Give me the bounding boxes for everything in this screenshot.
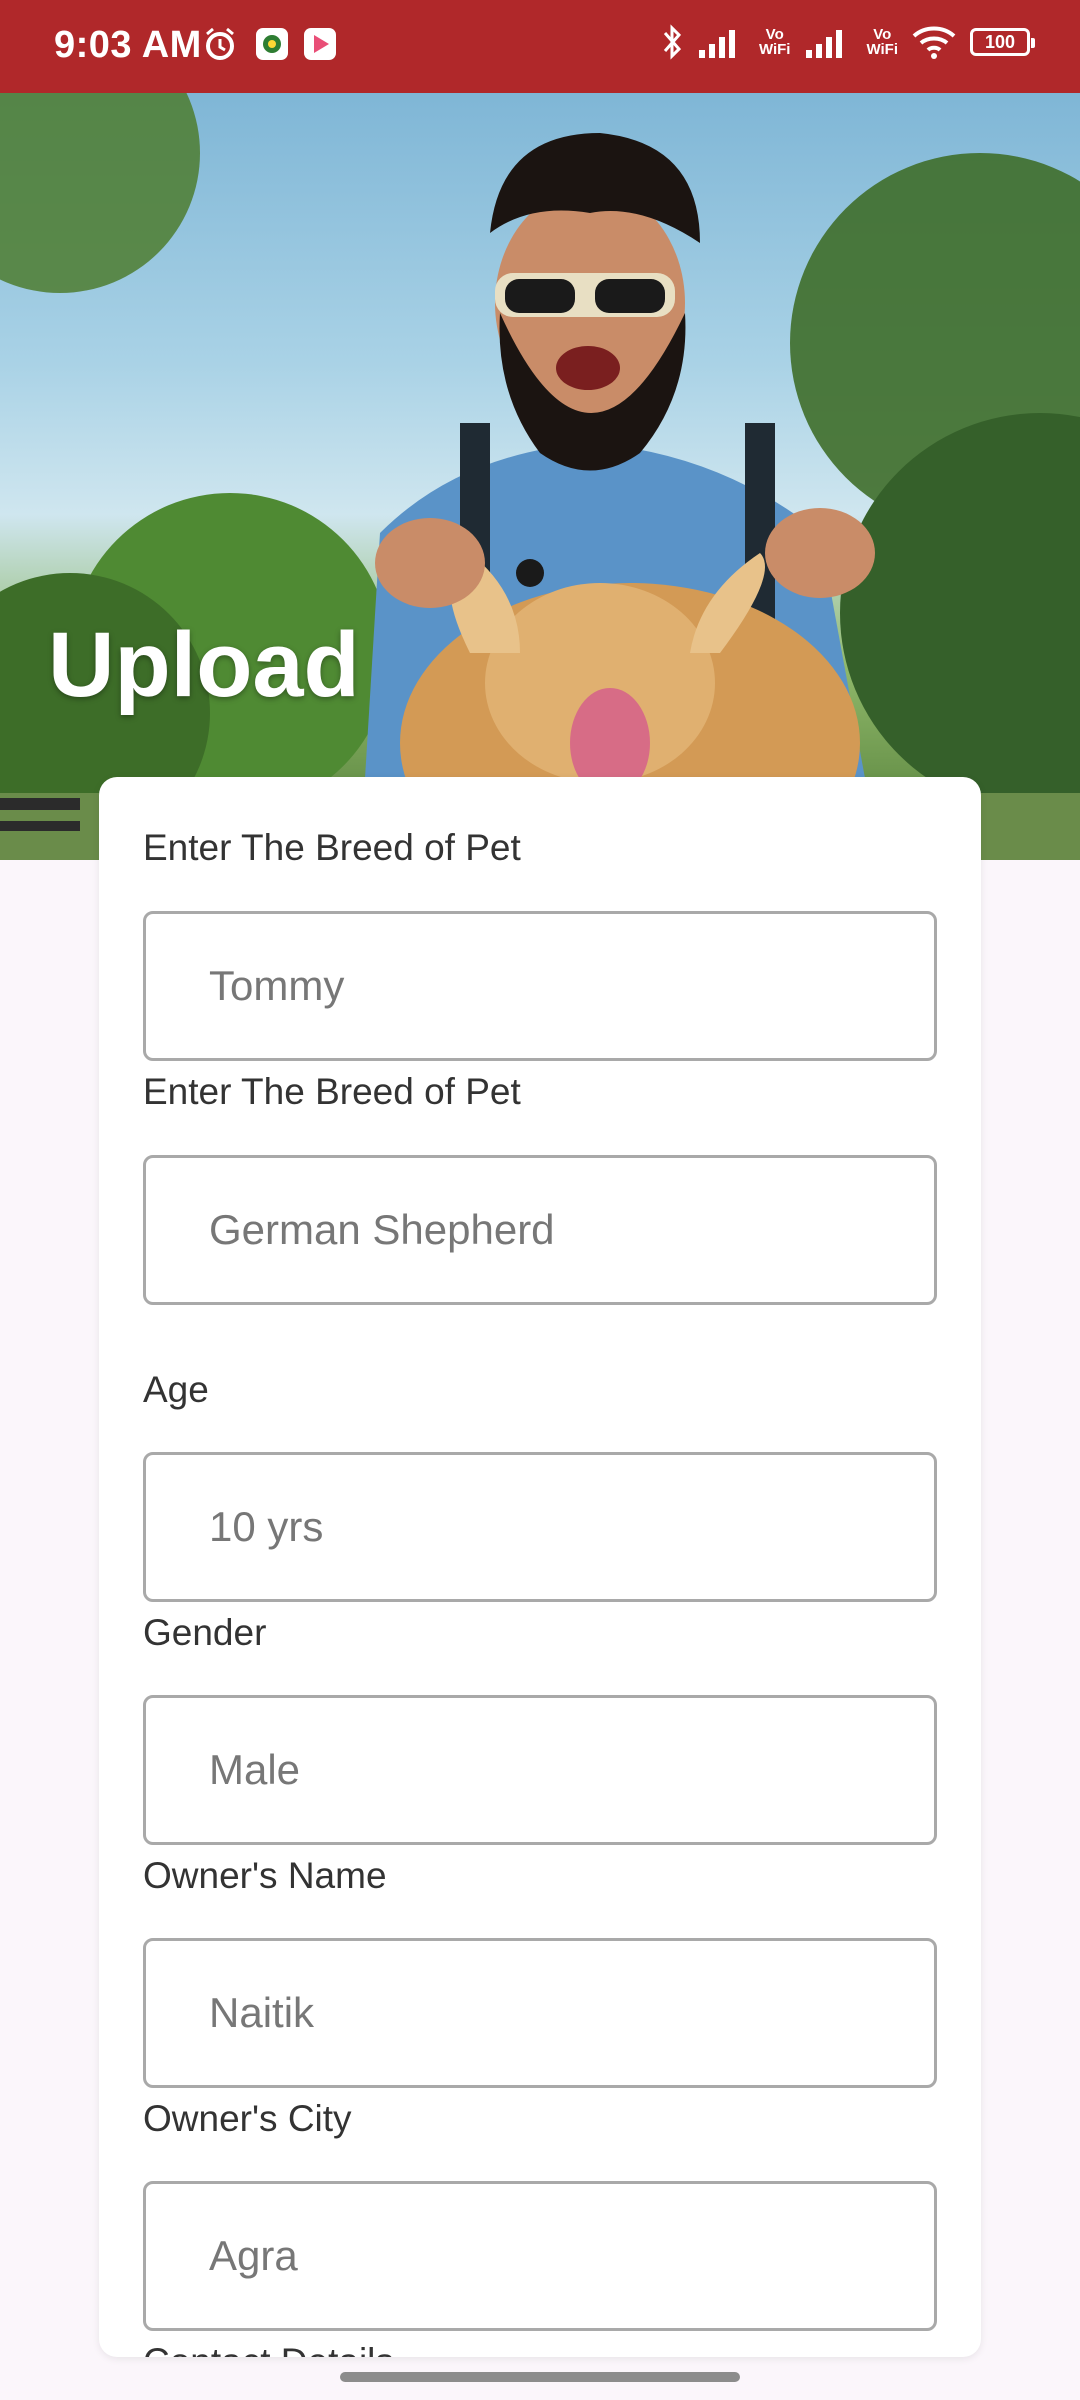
signal-icon bbox=[806, 30, 843, 58]
vowifi-indicator: Vo WiFi bbox=[758, 26, 791, 58]
gender-input[interactable]: Male bbox=[143, 1695, 937, 1845]
contact-details-label: Contact Details bbox=[143, 2341, 394, 2357]
status-bar: 9:03 AM Vo WiFi Vo WiFi 100 bbox=[0, 0, 1080, 93]
play-store-icon bbox=[304, 28, 336, 60]
wifi-icon bbox=[912, 26, 956, 59]
gesture-nav-handle[interactable] bbox=[340, 2372, 740, 2382]
breed-label: Enter The Breed of Pet bbox=[143, 1071, 521, 1112]
page-title: Upload bbox=[48, 614, 360, 716]
hero-image: Upload bbox=[0, 93, 1080, 860]
bluetooth-icon bbox=[663, 24, 681, 60]
upload-form-card: Enter The Breed of Pet Tommy Enter The B… bbox=[99, 777, 981, 2357]
owner-city-label: Owner's City bbox=[143, 2098, 352, 2139]
age-input[interactable]: 10 yrs bbox=[143, 1452, 937, 1602]
owner-city-input[interactable]: Agra bbox=[143, 2181, 937, 2331]
owner-name-input[interactable]: Naitik bbox=[143, 1938, 937, 2088]
breed-label: Enter The Breed of Pet bbox=[143, 827, 521, 868]
hero-photo bbox=[0, 93, 1080, 860]
breed-input[interactable]: German Shepherd bbox=[143, 1155, 937, 1305]
pet-name-input[interactable]: Tommy bbox=[143, 911, 937, 1061]
battery-icon: 100 bbox=[970, 28, 1035, 56]
status-time: 9:03 AM bbox=[54, 24, 202, 66]
gender-label: Gender bbox=[143, 1612, 267, 1653]
app-notification-icon bbox=[256, 28, 288, 60]
vowifi-indicator: Vo WiFi bbox=[866, 26, 898, 58]
signal-icon bbox=[698, 30, 735, 58]
alarm-icon bbox=[206, 27, 234, 60]
owner-name-label: Owner's Name bbox=[143, 1855, 387, 1896]
age-label: Age bbox=[143, 1369, 209, 1410]
